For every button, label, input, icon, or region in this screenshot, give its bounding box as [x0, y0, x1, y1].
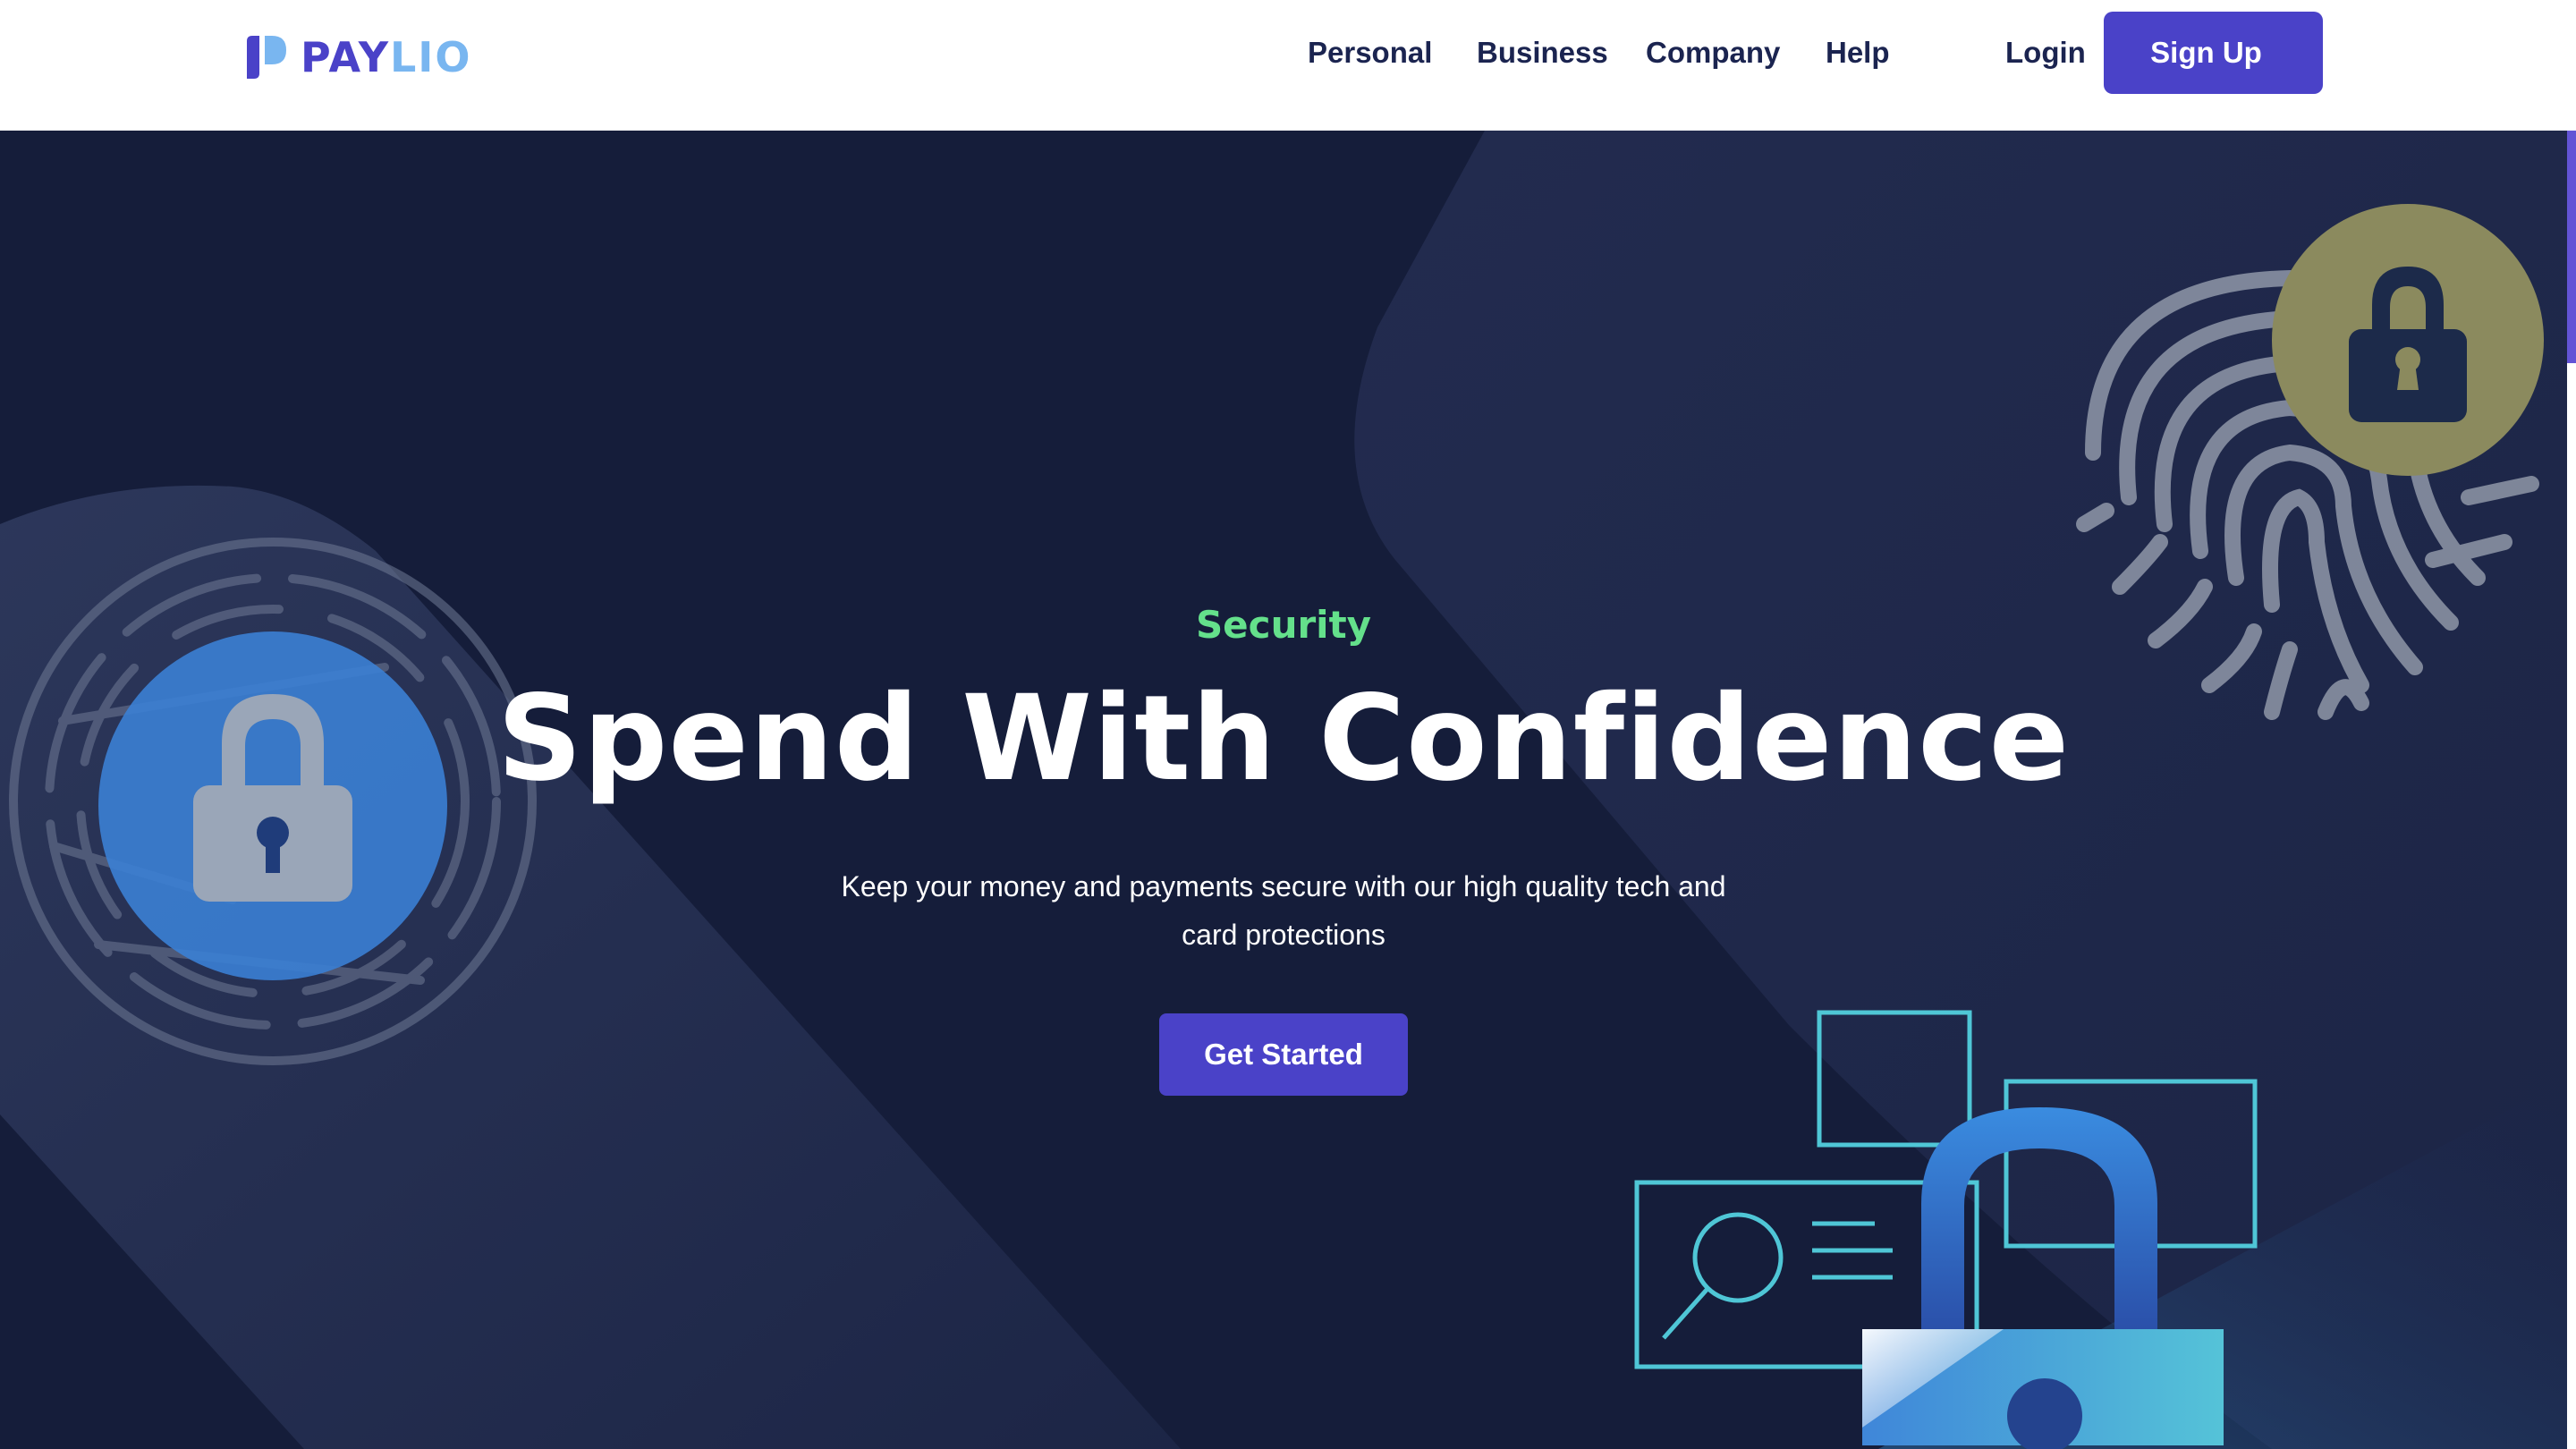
- nav-item-business[interactable]: Business: [1477, 32, 1608, 73]
- login-link[interactable]: Login: [2005, 32, 2086, 73]
- hero-headline: Spend With Confidence: [496, 670, 2071, 808]
- hero-section: Security Spend With Confidence Keep your…: [0, 131, 2567, 1449]
- hero-eyebrow: Security: [1195, 603, 1372, 647]
- landing-page: PAYLIO Personal Business Company Help Lo…: [0, 0, 2576, 1449]
- nav-item-company[interactable]: Company: [1646, 32, 1780, 73]
- top-navbar: PAYLIO Personal Business Company Help Lo…: [0, 0, 2567, 131]
- sign-up-button[interactable]: Sign Up: [2104, 12, 2323, 94]
- fingerprint-lock-icon: [2076, 204, 2544, 720]
- get-started-button[interactable]: Get Started: [1159, 1013, 1408, 1096]
- hero-subtext: Keep your money and payments secure with…: [841, 870, 1726, 951]
- padlock-document-icon: [1634, 1010, 2258, 1449]
- nav-item-personal[interactable]: Personal: [1308, 32, 1432, 73]
- nav-item-help[interactable]: Help: [1826, 32, 1890, 73]
- scrollbar-thumb[interactable]: [2567, 131, 2576, 363]
